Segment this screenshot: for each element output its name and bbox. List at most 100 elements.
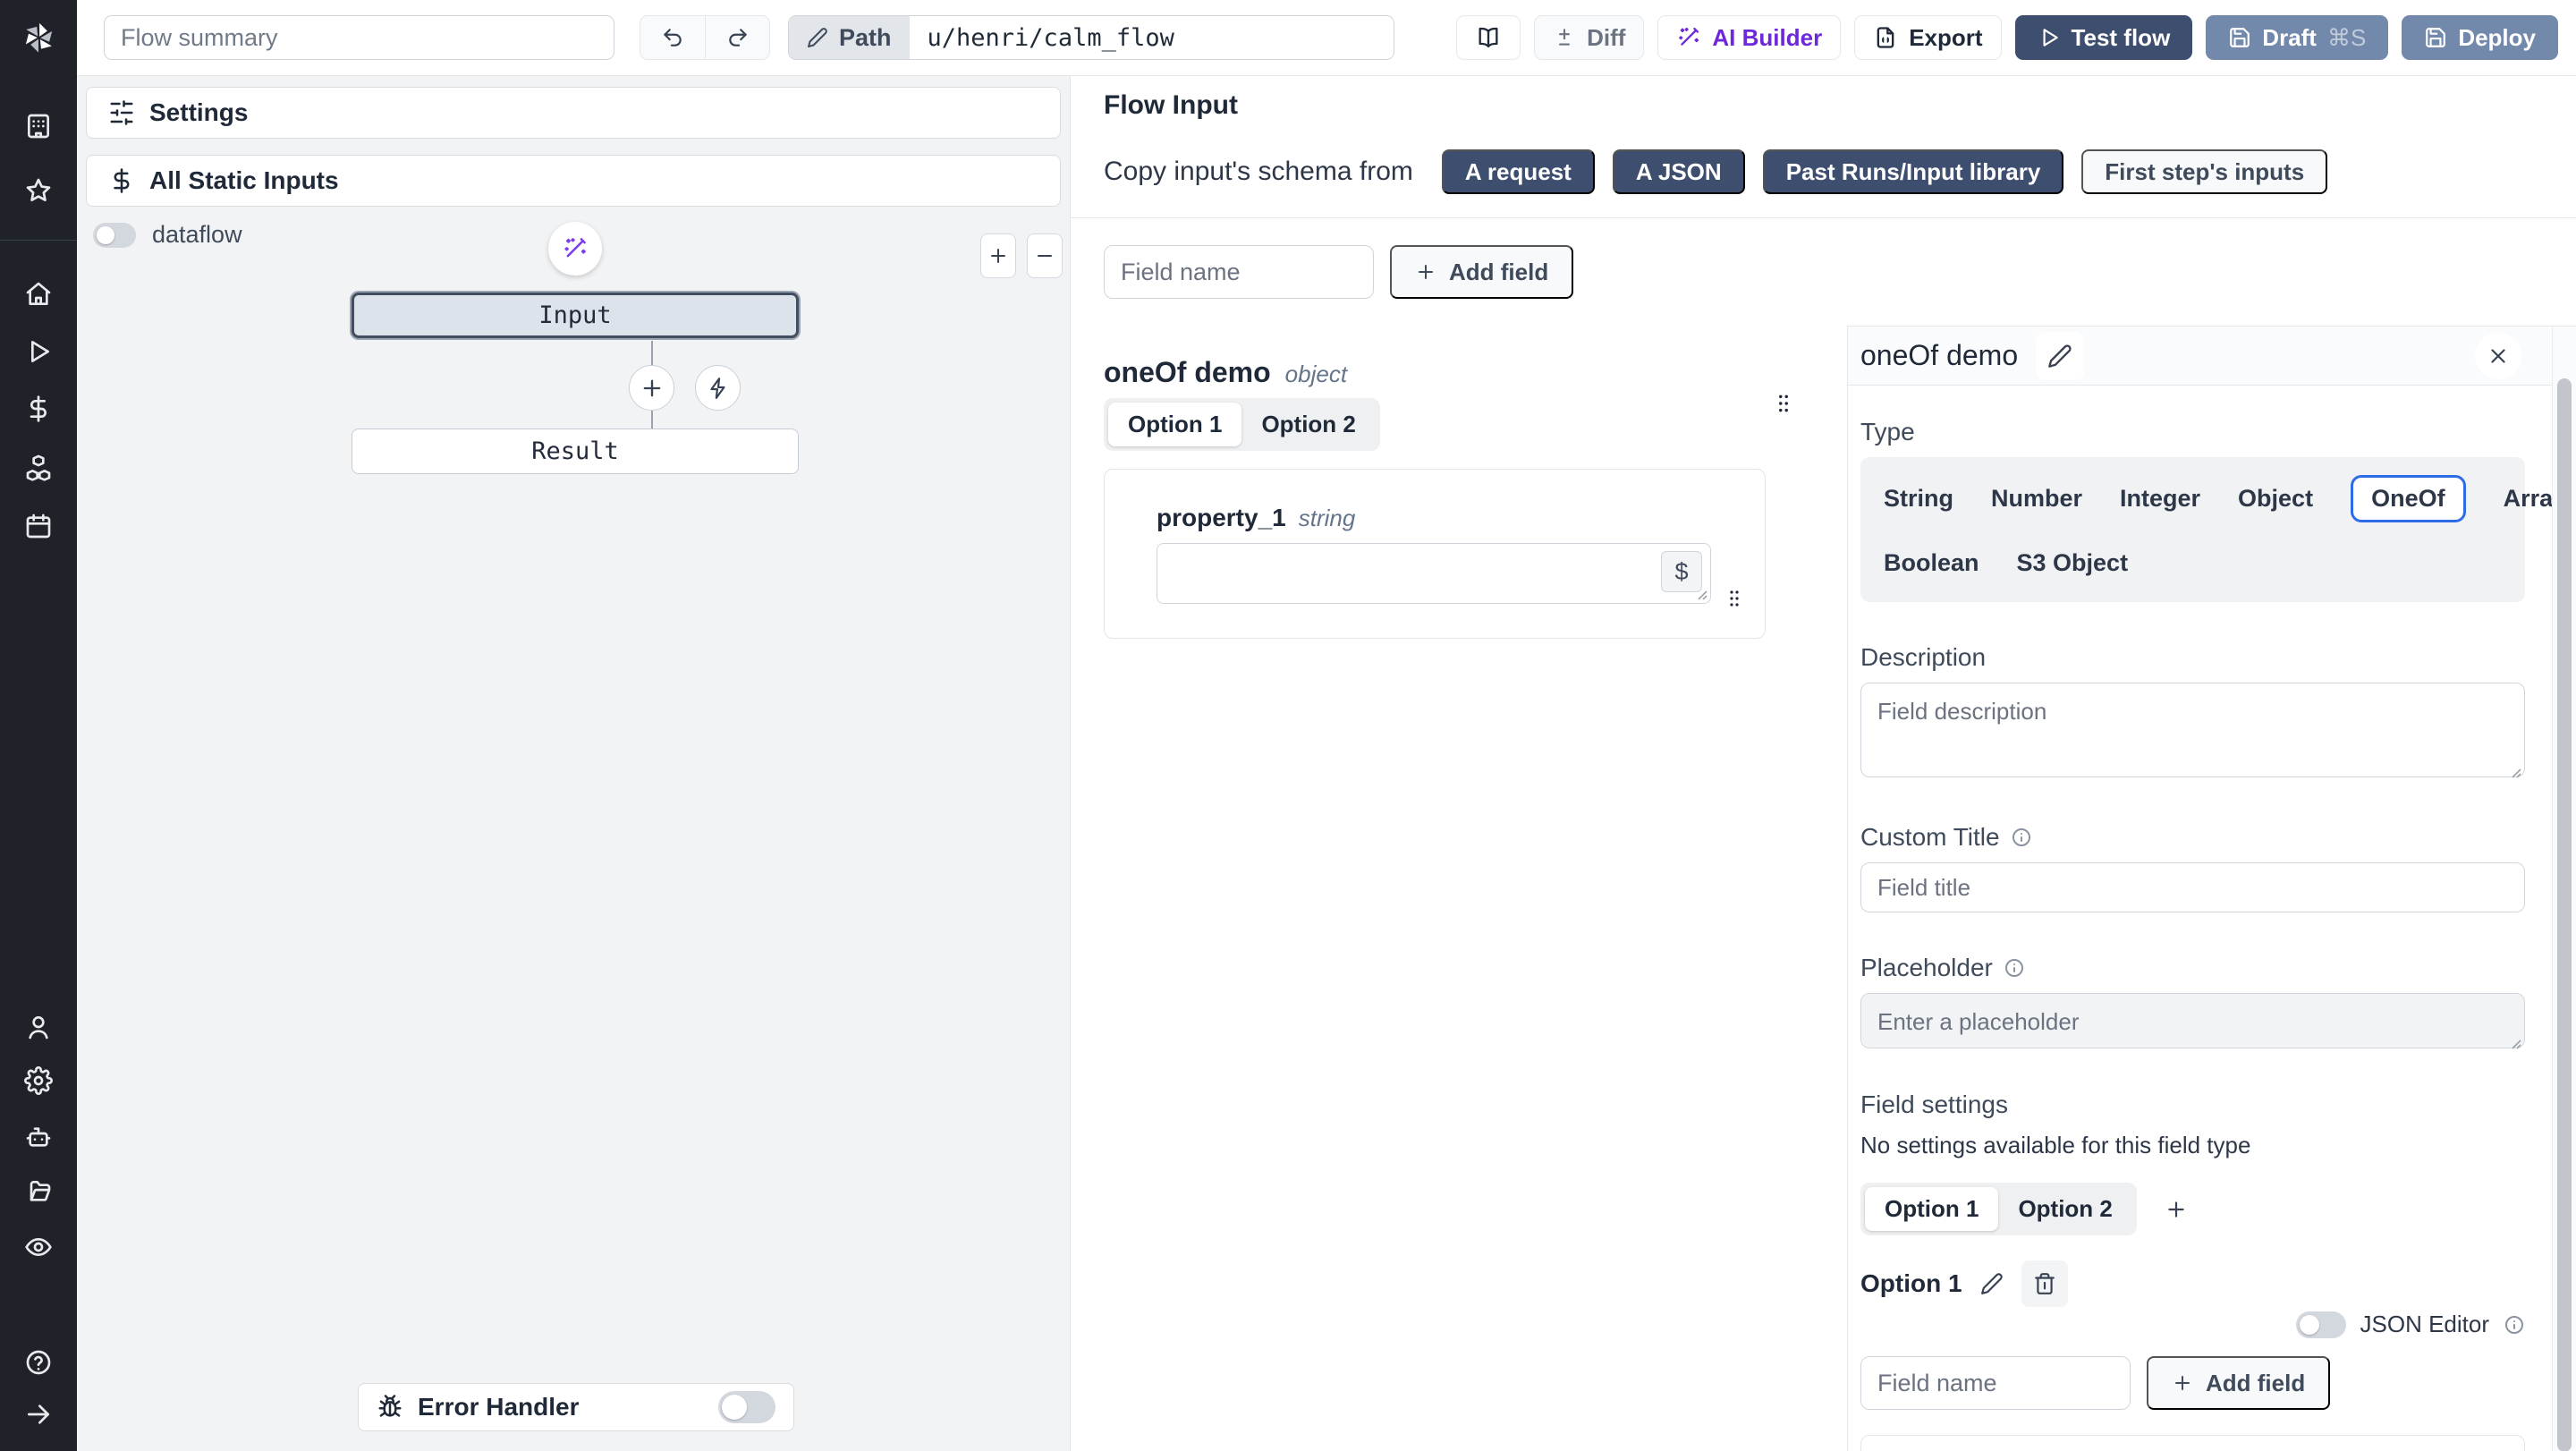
trigger-button[interactable] — [695, 365, 741, 411]
path-field: Path u/henri/calm_flow — [788, 15, 1394, 60]
type-s3-object[interactable]: S3 Object — [2017, 542, 2129, 584]
rename-field-button[interactable] — [2036, 332, 2084, 380]
json-editor-toggle[interactable] — [2296, 1311, 2346, 1338]
close-editor-button[interactable] — [2475, 333, 2521, 379]
field-name-input[interactable] — [1104, 245, 1374, 299]
add-field-row: Add field — [1071, 218, 2576, 326]
insert-step-button[interactable] — [629, 365, 674, 411]
plus-icon — [2165, 1198, 2188, 1221]
type-string[interactable]: String — [1884, 478, 1953, 520]
scrollbar-thumb[interactable] — [2557, 378, 2572, 1451]
editor-tab-option-2[interactable]: Option 2 — [1998, 1187, 2131, 1231]
flow-settings-button[interactable]: Settings — [86, 87, 1061, 139]
custom-title-input[interactable] — [1860, 862, 2525, 912]
path-value[interactable]: u/henri/calm_flow — [910, 16, 1394, 59]
play-icon — [2038, 26, 2061, 49]
description-label: Description — [1860, 643, 2525, 672]
folders-icon[interactable] — [24, 1177, 53, 1206]
field-editor-body: Type String Number Integer Object OneOf … — [1848, 386, 2552, 1451]
workers-bot-icon[interactable] — [24, 1123, 53, 1151]
resources-icon[interactable] — [24, 454, 53, 482]
drag-grip-icon[interactable] — [1724, 586, 1745, 611]
editor-add-field-button[interactable]: Add field — [2147, 1356, 2330, 1410]
dataflow-toggle[interactable] — [93, 223, 136, 248]
property-name: property_1 — [1157, 504, 1286, 532]
home-icon[interactable] — [24, 280, 53, 309]
flow-input-area: Flow Input Copy input's schema from A re… — [1071, 76, 2576, 1451]
type-integer[interactable]: Integer — [2120, 478, 2200, 520]
sidebar-divider — [0, 240, 77, 241]
property-row[interactable]: property_1 — [1860, 1435, 2525, 1451]
dataflow-label: dataflow — [152, 221, 242, 249]
info-icon — [2011, 827, 2032, 848]
input-node[interactable]: Input — [352, 293, 799, 338]
copy-from-first-step-button[interactable]: First step's inputs — [2081, 149, 2327, 194]
insert-variable-button[interactable]: $ — [1661, 551, 1702, 592]
description-input[interactable] — [1860, 683, 2525, 777]
type-object[interactable]: Object — [2238, 478, 2313, 520]
user-icon[interactable] — [24, 1013, 53, 1041]
all-static-inputs-button[interactable]: All Static Inputs — [86, 155, 1061, 207]
editor-scrollbar[interactable] — [2552, 326, 2576, 1451]
flow-summary-input[interactable] — [104, 15, 614, 60]
export-button[interactable]: Export — [1854, 15, 2001, 60]
path-edit-chip[interactable]: Path — [789, 16, 910, 59]
copy-from-json-button[interactable]: A JSON — [1613, 149, 1745, 194]
type-array[interactable]: Array — [2504, 478, 2552, 520]
draft-button[interactable]: Draft ⌘S — [2206, 15, 2388, 60]
dollar-icon — [108, 167, 135, 194]
delete-option-button[interactable] — [2021, 1260, 2068, 1307]
redo-button[interactable] — [705, 16, 769, 59]
type-selector: String Number Integer Object OneOf Array… — [1860, 457, 2525, 602]
trash-icon — [2033, 1272, 2056, 1295]
zoom-in-button[interactable] — [980, 233, 1016, 278]
copy-from-request-button[interactable]: A request — [1442, 149, 1595, 194]
deploy-button[interactable]: Deploy — [2402, 15, 2558, 60]
editor-field-name-input[interactable] — [1860, 1356, 2131, 1410]
field-editor-panel: oneOf demo Type — [1847, 326, 2552, 1451]
property-value-input[interactable] — [1157, 543, 1711, 604]
windmill-logo-icon[interactable] — [19, 18, 58, 57]
result-node[interactable]: Result — [352, 429, 799, 474]
expand-arrow-icon[interactable] — [24, 1400, 53, 1429]
editor-tab-option-1[interactable]: Option 1 — [1865, 1187, 1998, 1231]
type-boolean[interactable]: Boolean — [1884, 542, 1979, 584]
copy-from-past-runs-button[interactable]: Past Runs/Input library — [1763, 149, 2064, 194]
error-handler-card[interactable]: Error Handler — [358, 1383, 794, 1431]
ai-flow-wand-button[interactable] — [548, 222, 602, 276]
flow-graph-panel: Settings All Static Inputs dataflow — [77, 76, 1071, 1451]
drag-grip-icon[interactable] — [1772, 390, 1795, 417]
add-field-button[interactable]: Add field — [1390, 245, 1573, 299]
favorites-star-icon[interactable] — [24, 176, 53, 205]
ai-builder-button[interactable]: AI Builder — [1657, 15, 1841, 60]
zoom-out-button[interactable] — [1027, 233, 1063, 278]
placeholder-input[interactable] — [1860, 993, 2525, 1048]
schema-field-name: oneOf demo — [1104, 356, 1271, 389]
runs-icon[interactable] — [24, 337, 53, 366]
audit-logs-eye-icon[interactable] — [24, 1233, 53, 1261]
settings-gear-icon[interactable] — [24, 1066, 53, 1095]
workspace-icon[interactable] — [24, 112, 53, 140]
tab-option-2[interactable]: Option 2 — [1241, 403, 1375, 446]
add-option-button[interactable] — [2157, 1190, 2196, 1229]
rename-option-button[interactable] — [1980, 1272, 2004, 1295]
graph-zoom-controls — [980, 233, 1063, 278]
field-settings-label: Field settings — [1860, 1090, 2525, 1119]
error-handler-toggle[interactable] — [718, 1391, 775, 1423]
docs-button[interactable] — [1456, 15, 1521, 60]
help-icon[interactable] — [24, 1348, 53, 1377]
bug-icon — [377, 1394, 403, 1421]
schedules-icon[interactable] — [24, 512, 53, 540]
undo-button[interactable] — [640, 16, 705, 59]
topbar-actions: Diff AI Builder Export Test flow Draft — [1456, 15, 2558, 60]
tab-option-1[interactable]: Option 1 — [1108, 403, 1241, 446]
copy-schema-row: Copy input's schema from A request A JSO… — [1104, 149, 2576, 194]
type-number[interactable]: Number — [1991, 478, 2082, 520]
description-field-wrap — [1860, 683, 2525, 782]
test-flow-button[interactable]: Test flow — [2015, 15, 2193, 60]
diff-button[interactable]: Diff — [1534, 15, 1644, 60]
book-open-icon — [1476, 25, 1501, 50]
variables-icon[interactable] — [24, 395, 53, 423]
schema-title-row: oneOf demo object — [1104, 356, 1829, 389]
type-oneof[interactable]: OneOf — [2351, 475, 2466, 522]
